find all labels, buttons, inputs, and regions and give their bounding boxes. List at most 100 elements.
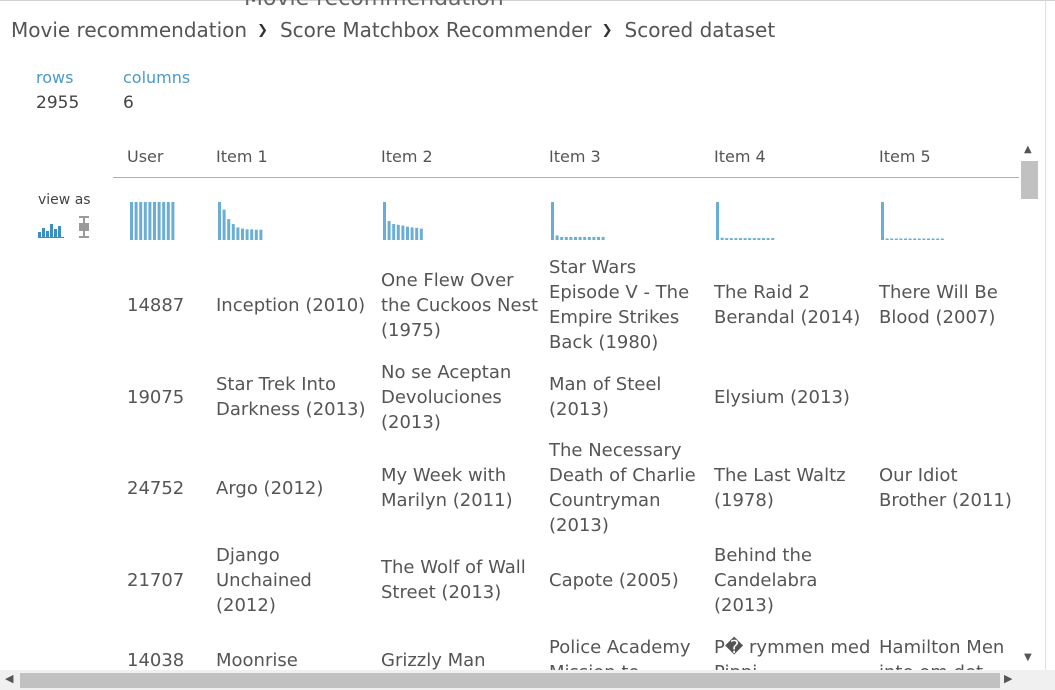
histogram-bar bbox=[227, 219, 231, 240]
horizontal-scroll-thumb[interactable] bbox=[20, 673, 1000, 688]
histogram-bar bbox=[130, 202, 133, 240]
histogram-bar bbox=[729, 238, 733, 240]
cell-value: Man of Steel (2013) bbox=[549, 374, 662, 420]
histogram-bar bbox=[716, 202, 719, 240]
cell-value: P� rymmen med Pippi bbox=[714, 637, 871, 670]
scrollbar-corner bbox=[1019, 670, 1055, 690]
histogram-bar bbox=[245, 229, 249, 240]
cell-value: One Flew Over the Cuckoos Nest (1975) bbox=[381, 269, 539, 341]
cell-value: 14887 bbox=[127, 294, 185, 316]
histogram-bar bbox=[583, 236, 587, 240]
histogram-bar bbox=[720, 237, 724, 240]
column-histogram[interactable] bbox=[716, 202, 778, 240]
column-header[interactable]: Item 1 bbox=[216, 147, 268, 166]
cell-value: Capote (2005) bbox=[549, 569, 679, 591]
histogram-bar bbox=[564, 236, 568, 240]
column-histogram[interactable] bbox=[130, 202, 178, 240]
cell-value: 19075 bbox=[127, 386, 185, 408]
table-cell[interactable]: 14038 bbox=[127, 600, 212, 671]
column-header[interactable]: Item 5 bbox=[879, 147, 931, 166]
histogram-bar bbox=[383, 202, 386, 240]
cell-value: Inception (2010) bbox=[216, 294, 366, 316]
histogram-bar bbox=[153, 202, 156, 240]
dataset-table: User Item 1 Item 2 Item 3 Item 4 Item 5 14887… bbox=[0, 0, 1019, 670]
histogram-bar bbox=[574, 236, 577, 240]
histogram-bar bbox=[148, 202, 152, 240]
histogram-bar bbox=[218, 202, 221, 240]
cell-value: No se Aceptan Devoluciones (2013) bbox=[381, 361, 512, 433]
scroll-right-icon[interactable]: ▶ bbox=[1004, 672, 1012, 685]
cell-value: 24752 bbox=[127, 477, 185, 499]
column-histogram[interactable] bbox=[881, 202, 948, 240]
column-header[interactable]: User bbox=[127, 147, 163, 166]
table-cell[interactable]: P� rymmen med Pippi bbox=[714, 600, 874, 670]
histogram-bar bbox=[157, 202, 161, 240]
histogram-bar bbox=[739, 238, 742, 240]
histogram-bar bbox=[734, 238, 738, 240]
cell-value: Star Trek Into Darkness (2013) bbox=[216, 374, 366, 420]
histogram-bar bbox=[401, 225, 405, 240]
vertical-scroll-thumb[interactable] bbox=[1021, 161, 1038, 199]
histogram-bar bbox=[236, 227, 240, 240]
histogram-bar bbox=[551, 202, 554, 240]
vertical-scrollbar[interactable] bbox=[1019, 140, 1041, 670]
column-histogram[interactable] bbox=[383, 202, 427, 240]
cell-value: The Wolf of Wall Street (2013) bbox=[381, 557, 526, 603]
table-cell[interactable]: Hamilton Men inte om det bbox=[879, 600, 1019, 670]
column-histogram[interactable] bbox=[551, 202, 609, 240]
histogram-bar bbox=[936, 238, 940, 240]
histogram-bar bbox=[578, 236, 582, 240]
column-histogram[interactable] bbox=[218, 202, 266, 240]
histogram-bar bbox=[931, 238, 935, 240]
column-header[interactable]: Item 3 bbox=[549, 147, 601, 166]
scroll-up-icon[interactable]: ▲ bbox=[1024, 144, 1032, 155]
scroll-down-icon[interactable]: ▼ bbox=[1024, 652, 1032, 663]
histogram-bar bbox=[143, 202, 147, 240]
histogram-bar bbox=[725, 238, 729, 240]
histogram-bar bbox=[771, 238, 775, 240]
histogram-bar bbox=[766, 238, 770, 240]
histogram-bar bbox=[881, 202, 884, 240]
histogram-bar bbox=[917, 238, 921, 240]
cell-value: Argo (2012) bbox=[216, 477, 324, 499]
column-header[interactable]: Item 4 bbox=[714, 147, 766, 166]
table-cell[interactable]: Grizzly Man bbox=[381, 600, 541, 671]
histogram-bar bbox=[757, 238, 761, 240]
cell-value: The Raid 2 Berandal (2014) bbox=[714, 282, 861, 328]
histogram-bar bbox=[231, 224, 235, 240]
cell-value: Elysium (2013) bbox=[714, 386, 850, 408]
cell-value: My Week with Marilyn (2011) bbox=[381, 465, 513, 511]
column-header[interactable]: Item 2 bbox=[381, 147, 433, 166]
histogram-bar bbox=[162, 202, 166, 240]
cell-value: 14038 bbox=[127, 649, 185, 671]
histogram-bar bbox=[166, 202, 170, 240]
histogram-bar bbox=[250, 229, 254, 240]
cell-value: The Last Waltz (1978) bbox=[714, 465, 846, 511]
histogram-bar bbox=[748, 238, 752, 240]
histogram-bar bbox=[259, 229, 263, 240]
cell-value: 21707 bbox=[127, 569, 185, 591]
histogram-bar bbox=[139, 202, 143, 240]
histogram-bar bbox=[396, 224, 400, 240]
histogram-bar bbox=[899, 238, 903, 240]
histogram-bar bbox=[762, 238, 765, 240]
histogram-bar bbox=[560, 236, 564, 240]
table-cell[interactable]: Police Academy Mission to bbox=[549, 600, 709, 670]
histogram-bar bbox=[222, 209, 226, 240]
histogram-bar bbox=[743, 238, 747, 240]
histogram-bar bbox=[410, 227, 414, 240]
scroll-left-icon[interactable]: ◀ bbox=[5, 672, 13, 685]
histogram-bar bbox=[569, 236, 573, 240]
table-cell[interactable]: Moonrise bbox=[216, 600, 376, 671]
cell-value: There Will Be Blood (2007) bbox=[879, 282, 998, 328]
histogram-bar bbox=[597, 236, 600, 240]
histogram-bar bbox=[387, 221, 391, 240]
panel-edge bbox=[1045, 0, 1046, 690]
histogram-bar bbox=[913, 238, 917, 240]
histogram-bar bbox=[415, 227, 419, 240]
histogram-bar bbox=[406, 226, 409, 240]
cell-value: Our Idiot Brother (2011) bbox=[879, 465, 1012, 511]
cell-value: Grizzly Man bbox=[381, 649, 486, 671]
cell-value: Police Academy Mission to bbox=[549, 637, 691, 670]
histogram-bar bbox=[885, 238, 889, 240]
